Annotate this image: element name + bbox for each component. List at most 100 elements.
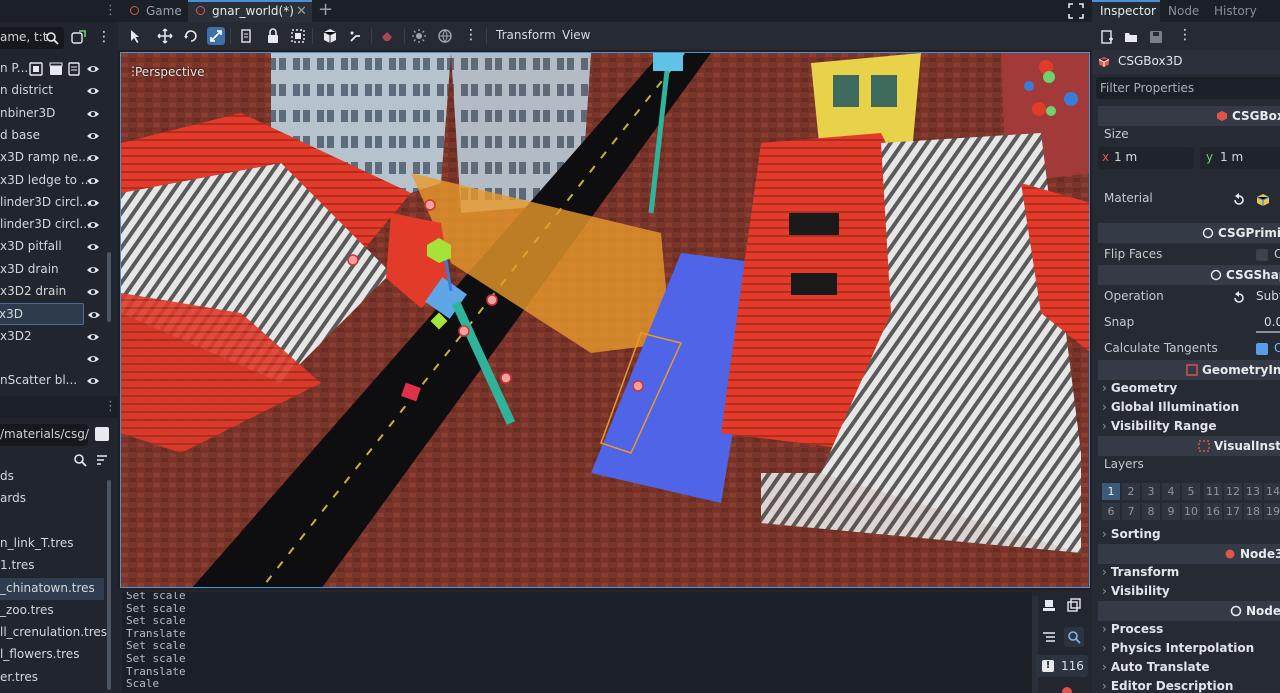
- scene-tree-scrollbar[interactable]: [106, 55, 112, 385]
- open-folder-icon[interactable]: [1124, 30, 1138, 44]
- add-tab-icon[interactable]: +: [318, 0, 336, 22]
- record-button[interactable]: [378, 27, 396, 45]
- visibility-eye-icon[interactable]: [86, 107, 100, 121]
- layer-toggle[interactable]: 9: [1162, 503, 1180, 520]
- distraction-free-icon[interactable]: [1068, 3, 1084, 19]
- inspector-menu-icon[interactable]: ⋮: [1178, 27, 1192, 43]
- section-geometryinstance[interactable]: GeometryInsta: [1098, 360, 1280, 380]
- transform-menu[interactable]: Transform: [496, 28, 556, 42]
- layer-toggle[interactable]: 16: [1204, 503, 1222, 520]
- layer-toggle[interactable]: 12: [1224, 483, 1242, 500]
- scene-tree-item[interactable]: [0, 348, 106, 370]
- error-filter-button[interactable]: ! 116: [1036, 655, 1088, 677]
- filesystem-item[interactable]: 1.tres: [0, 555, 104, 577]
- operation-select[interactable]: Subt: [1256, 289, 1280, 303]
- layer-toggle[interactable]: 8: [1142, 503, 1160, 520]
- section-csgshape[interactable]: CSGShape: [1098, 265, 1280, 285]
- section-node3d[interactable]: Node3D: [1098, 544, 1280, 564]
- inspector-object-header[interactable]: CSGBox3D: [1092, 50, 1280, 74]
- reset-icon[interactable]: [1232, 193, 1246, 207]
- environment-preview-button[interactable]: [436, 27, 454, 45]
- flip-faces-checkbox[interactable]: [1256, 249, 1268, 261]
- scene-tree-item[interactable]: nScatter bl...: [0, 370, 106, 392]
- layer-toggle[interactable]: 1: [1102, 483, 1120, 500]
- scale-tool-button[interactable]: [207, 27, 225, 45]
- visibility-eye-icon[interactable]: [86, 84, 100, 98]
- visibility-eye-icon[interactable]: [87, 308, 101, 322]
- layer-toggle[interactable]: 11: [1204, 483, 1222, 500]
- filesystem-item[interactable]: ds: [0, 466, 104, 488]
- group-visibility-range[interactable]: › Visibility Range: [1102, 419, 1217, 433]
- visibility-eye-icon[interactable]: [86, 374, 100, 388]
- scene-tree-item[interactable]: linder3D circl...: [0, 192, 106, 214]
- copy-icon[interactable]: [1067, 598, 1081, 612]
- scene-tree-item[interactable]: x3D drain: [0, 259, 106, 281]
- section-csgprimitive[interactable]: CSGPrimitiv: [1098, 223, 1280, 243]
- scene-tree-item[interactable]: x3D2: [0, 326, 106, 348]
- sort-icon[interactable]: [95, 453, 109, 467]
- filesystem-item[interactable]: n_link_T.tres: [0, 533, 104, 555]
- visibility-eye-icon[interactable]: [86, 62, 100, 76]
- layer-toggle[interactable]: 5: [1182, 483, 1200, 500]
- skeleton-button[interactable]: [347, 27, 365, 45]
- layer-toggle[interactable]: 14: [1264, 483, 1280, 500]
- visibility-eye-icon[interactable]: [86, 263, 100, 277]
- calculate-tangents-checkbox[interactable]: [1256, 343, 1268, 355]
- size-x-field[interactable]: x 1 m: [1098, 147, 1194, 169]
- mesh-button[interactable]: [321, 27, 339, 45]
- scene-tree-item[interactable]: x3D ledge to ...: [0, 170, 106, 192]
- group-editor-description[interactable]: › Editor Description: [1102, 679, 1233, 693]
- save-icon[interactable]: [1149, 30, 1163, 44]
- toggle-split-icon[interactable]: [95, 427, 109, 441]
- group-transform[interactable]: › Transform: [1102, 565, 1179, 579]
- layer-toggle[interactable]: 2: [1122, 483, 1140, 500]
- section-visualinstance[interactable]: VisualInstan: [1098, 436, 1280, 456]
- group-physics-interpolation[interactable]: › Physics Interpolation: [1102, 641, 1254, 655]
- layer-toggle[interactable]: 10: [1182, 503, 1200, 520]
- size-y-field[interactable]: y 1 m: [1200, 147, 1280, 169]
- scene-tree-item[interactable]: linder3D circl...: [0, 214, 106, 236]
- visibility-eye-icon[interactable]: [86, 330, 100, 344]
- scene-tree-item[interactable]: x3D pitfall: [0, 236, 106, 258]
- reset-icon[interactable]: [1232, 291, 1246, 305]
- filesystem-item[interactable]: er.tres: [0, 667, 104, 689]
- filesystem-item[interactable]: [0, 511, 104, 533]
- scene-tree-item[interactable]: n P...: [0, 58, 106, 80]
- group-auto-translate[interactable]: › Auto Translate: [1102, 660, 1209, 674]
- filesystem-item[interactable]: ll_crenulation.tres: [0, 622, 107, 644]
- layer-toggle[interactable]: 19: [1264, 503, 1280, 520]
- scene-tree-item[interactable]: x3D ramp ne...: [0, 147, 106, 169]
- tab-gnar-world[interactable]: gnar_world(*) ✕: [188, 0, 312, 22]
- viewport-menu-icon[interactable]: ⋮: [127, 64, 139, 78]
- visibility-eye-icon[interactable]: [86, 240, 100, 254]
- tab-game[interactable]: Game: [122, 0, 184, 22]
- snap-field[interactable]: 0.0: [1264, 315, 1280, 329]
- visibility-eye-icon[interactable]: [86, 285, 100, 299]
- filesystem-item[interactable]: _chinatown.tres: [0, 577, 104, 600]
- visibility-eye-icon[interactable]: [86, 129, 100, 143]
- group-sorting[interactable]: › Sorting: [1102, 527, 1161, 541]
- scene-tree-item[interactable]: n district: [0, 80, 106, 102]
- scene-tree-item[interactable]: x3D: [0, 303, 100, 326]
- rotate-tool-button[interactable]: [182, 27, 200, 45]
- 3d-viewport[interactable]: ⋮ Perspective: [120, 52, 1090, 588]
- list-select-button[interactable]: [238, 27, 256, 45]
- filesystem-item[interactable]: ards: [0, 488, 104, 510]
- layer-toggle[interactable]: 13: [1244, 483, 1262, 500]
- material-icon[interactable]: [1256, 193, 1270, 207]
- preview-menu-icon[interactable]: ⋮: [464, 27, 478, 43]
- layer-toggle[interactable]: 3: [1142, 483, 1160, 500]
- filesystem-path-input[interactable]: /materials/csg/: [0, 424, 89, 446]
- section-node[interactable]: Node: [1098, 601, 1280, 621]
- viewport-perspective-label[interactable]: Perspective: [135, 65, 205, 79]
- new-resource-icon[interactable]: [1100, 30, 1114, 44]
- output-scrollbar[interactable]: [1032, 596, 1038, 693]
- instance-scene-icon[interactable]: [70, 30, 86, 46]
- tab-history[interactable]: History: [1214, 0, 1257, 22]
- section-csgbox3d[interactable]: CSGBox3D: [1098, 106, 1280, 126]
- visibility-eye-icon[interactable]: [86, 174, 100, 188]
- layer-toggle[interactable]: 7: [1122, 503, 1140, 520]
- collapse-lines-icon[interactable]: [1042, 630, 1056, 644]
- tab-inspector[interactable]: Inspector: [1092, 0, 1160, 22]
- filesystem-item[interactable]: l_flowers.tres: [0, 644, 104, 666]
